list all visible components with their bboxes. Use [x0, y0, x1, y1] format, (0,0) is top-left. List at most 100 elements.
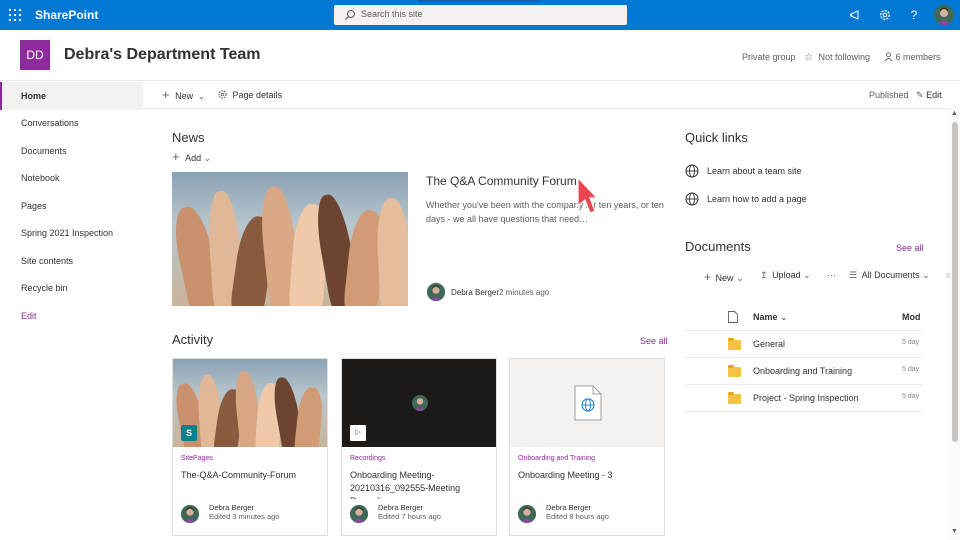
column-header-name[interactable]: Name ⌄: [753, 312, 788, 323]
news-image[interactable]: [172, 172, 408, 306]
doc-modified: 5 day: [902, 393, 920, 400]
author-avatar: [350, 505, 368, 523]
upload-icon: ↥: [760, 270, 768, 280]
site-title[interactable]: Debra's Department Team: [64, 46, 260, 64]
app-launcher-icon[interactable]: [9, 9, 21, 21]
follow-button[interactable]: ☆ Not following: [804, 52, 870, 63]
doc-list-header: Name ⌄ Mod: [685, 304, 922, 331]
column-header-modified[interactable]: Mod: [902, 312, 921, 322]
edit-label: Edit: [926, 90, 942, 100]
scrollbar-thumb[interactable]: [952, 122, 958, 442]
user-avatar[interactable]: [934, 5, 954, 25]
card-edited: Edited 7 hours ago: [378, 512, 441, 521]
nav-edit-link[interactable]: Edit: [0, 302, 143, 330]
globe-icon: [685, 192, 699, 206]
nav-item-site-contents[interactable]: Site contents: [0, 247, 143, 275]
activity-card[interactable]: Onboarding and Training Onboarding Meeti…: [509, 358, 665, 536]
activity-see-all-link[interactable]: See all: [640, 336, 668, 346]
site-logo[interactable]: DD: [20, 40, 50, 70]
doc-new-label: New: [715, 273, 734, 283]
page-details-button[interactable]: Page details: [217, 89, 282, 101]
scroll-up-icon[interactable]: ▲: [951, 110, 958, 117]
command-bar-divider: [143, 108, 960, 109]
nav-item-recycle-bin[interactable]: Recycle bin: [0, 274, 143, 302]
nav-item-conversations[interactable]: Conversations: [0, 109, 143, 137]
globe-icon: [685, 164, 699, 178]
web-file-icon: [574, 385, 602, 421]
author-avatar: [518, 505, 536, 523]
doc-row[interactable]: Onboarding and Training 5 day: [685, 358, 922, 385]
video-icon: ▷: [350, 425, 366, 441]
quick-links-heading: Quick links: [685, 130, 748, 145]
search-placeholder: Search this site: [361, 9, 423, 19]
card-thumbnail: S: [173, 359, 327, 447]
edit-button[interactable]: ✎ Edit: [916, 89, 942, 101]
card-title[interactable]: Onboarding Meeting-20210316_092555-Meeti…: [350, 469, 490, 499]
chevron-down-icon: ⌄: [803, 270, 811, 280]
add-label: Add: [185, 153, 202, 163]
nav-item-documents[interactable]: Documents: [0, 137, 143, 165]
nav-item-notebook[interactable]: Notebook: [0, 164, 143, 192]
nav-item-pages[interactable]: Pages: [0, 192, 143, 220]
follow-label: Not following: [818, 52, 871, 62]
news-title[interactable]: The Q&A Community Forum: [426, 174, 577, 188]
folder-icon: [728, 365, 741, 377]
card-thumbnail: ▷: [342, 359, 496, 447]
card-title[interactable]: Onboarding Meeting - 3: [518, 469, 658, 499]
activity-card[interactable]: ▷ Recordings Onboarding Meeting-20210316…: [341, 358, 497, 536]
card-author: Debra Berger: [546, 503, 592, 512]
doc-modified: 5 day: [902, 339, 920, 346]
card-category: Onboarding and Training: [518, 455, 596, 462]
folder-icon: [728, 338, 741, 350]
plus-icon: +: [172, 149, 180, 164]
plus-icon: +: [704, 270, 712, 284]
more-options-icon[interactable]: ···: [827, 270, 836, 280]
members-button[interactable]: 6 members: [884, 52, 941, 62]
doc-name[interactable]: Project - Spring Inspection: [753, 393, 859, 403]
doc-row[interactable]: Project - Spring Inspection 5 day: [685, 385, 922, 412]
documents-see-all-link[interactable]: See all: [896, 243, 924, 253]
mouse-cursor-icon: [577, 176, 598, 214]
news-add-button[interactable]: + Add ⌄: [172, 149, 211, 164]
card-edited: Edited 8 hours ago: [546, 512, 609, 521]
header-divider: [0, 80, 960, 81]
view-selector[interactable]: ☰ All Documents ⌄: [849, 270, 930, 281]
news-heading: News: [172, 130, 205, 145]
doc-row[interactable]: General 5 day: [685, 331, 922, 358]
left-navigation: Home Conversations Documents Notebook Pa…: [0, 81, 143, 540]
card-author: Debra Berger: [209, 503, 255, 512]
page-details-label: Page details: [232, 90, 283, 100]
card-category: SitePages: [181, 455, 213, 462]
scroll-down-icon[interactable]: ▼: [951, 528, 958, 535]
news-author: Debra Berger: [451, 288, 500, 297]
sharepoint-icon: S: [181, 425, 197, 441]
list-icon: ☰: [849, 270, 858, 280]
nav-item-home[interactable]: Home: [0, 82, 143, 110]
quick-link-label: Learn about a team site: [707, 166, 802, 176]
new-button[interactable]: + New ⌄: [162, 88, 205, 102]
person-icon: [884, 52, 893, 62]
activity-card[interactable]: S SitePages The-Q&A-Community-Forum Debr…: [172, 358, 328, 536]
activity-heading: Activity: [172, 332, 214, 347]
help-icon[interactable]: ?: [906, 7, 922, 23]
brand-name[interactable]: SharePoint: [35, 8, 98, 22]
search-box[interactable]: Search this site: [334, 5, 627, 25]
gear-icon[interactable]: [877, 7, 893, 23]
documents-heading: Documents: [685, 239, 751, 254]
card-author: Debra Berger: [378, 503, 424, 512]
quick-link-label: Learn how to add a page: [707, 194, 807, 204]
doc-new-button[interactable]: + New ⌄: [704, 270, 744, 284]
page-scrollbar[interactable]: ▲ ▼: [950, 108, 960, 540]
star-icon: ☆: [804, 52, 813, 63]
column-name-label: Name: [753, 312, 778, 322]
megaphone-icon[interactable]: [848, 7, 864, 23]
upload-label: Upload: [772, 270, 801, 280]
view-label: All Documents: [861, 270, 920, 280]
nav-item-spring-inspection[interactable]: Spring 2021 Inspection: [0, 219, 143, 247]
upload-button[interactable]: ↥ Upload ⌄: [760, 270, 811, 281]
doc-name[interactable]: General: [753, 339, 785, 349]
card-title[interactable]: The-Q&A-Community-Forum: [181, 469, 321, 499]
avatar: [412, 395, 428, 411]
doc-name[interactable]: Onboarding and Training: [753, 366, 852, 376]
card-edited: Edited 3 minutes ago: [209, 512, 280, 521]
